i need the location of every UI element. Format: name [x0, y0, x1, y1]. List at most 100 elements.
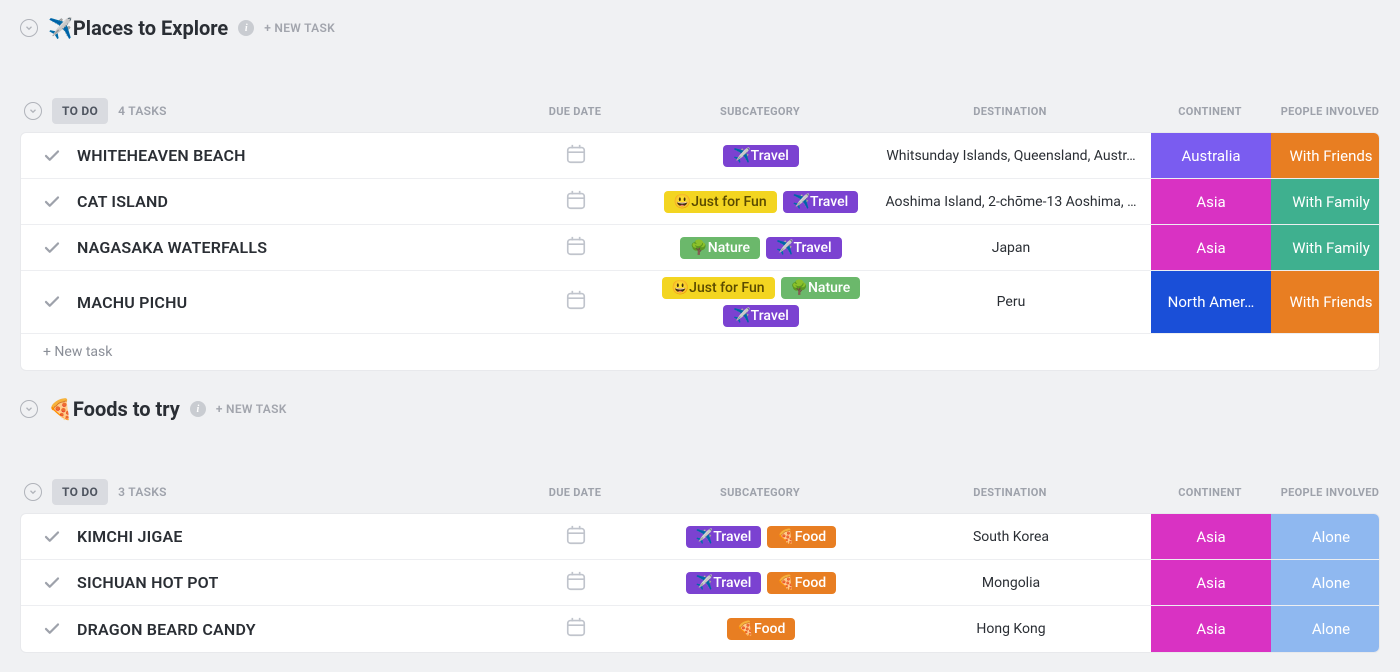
new-task-row[interactable]: + New task [21, 334, 1379, 370]
check-icon[interactable] [43, 293, 61, 311]
table-row[interactable]: NAGASAKA WATERFALLS 🌳Nature ✈️Travel Japa… [21, 225, 1379, 271]
task-name-cell[interactable]: MACHU PICHU [21, 271, 501, 333]
people-cell[interactable]: With Family [1271, 225, 1380, 270]
task-name-cell[interactable]: WHITEHEAVEN BEACH [21, 133, 501, 178]
col-due-date[interactable]: DUE DATE [500, 478, 650, 507]
table-row[interactable]: SICHUAN HOT POT ✈️Travel🍕Food Mongolia A… [21, 560, 1379, 606]
subcategory-cell[interactable]: 😃Just for Fun 🌳Nature ✈️Travel [651, 271, 871, 333]
check-icon[interactable] [43, 147, 61, 165]
task-name[interactable]: KIMCHI JIGAE [77, 527, 183, 546]
due-date-cell[interactable] [501, 179, 651, 224]
calendar-icon[interactable] [565, 235, 587, 261]
continent-cell[interactable]: Asia [1151, 514, 1271, 559]
tag-nature[interactable]: 🌳Nature [680, 237, 760, 259]
check-icon[interactable] [43, 193, 61, 211]
table-row[interactable]: CAT ISLAND 😃Just for Fun ✈️Travel Aoshima… [21, 179, 1379, 225]
people-cell[interactable]: With Friends [1271, 271, 1380, 333]
due-date-cell[interactable] [501, 271, 651, 333]
due-date-cell[interactable] [501, 133, 651, 178]
tag-travel[interactable]: ✈️Travel [686, 526, 762, 548]
info-icon[interactable]: i [190, 401, 206, 417]
table-row[interactable]: KIMCHI JIGAE ✈️Travel🍕Food South Korea A… [21, 514, 1379, 560]
due-date-cell[interactable] [501, 514, 651, 559]
destination-cell[interactable]: Aoshima Island, 2-chōme-13 Aoshima, … [871, 179, 1151, 224]
tag-travel[interactable]: ✈️Travel [723, 145, 799, 167]
section-title[interactable]: 🍕Foods to try [48, 397, 180, 421]
tag-travel[interactable]: ✈️Travel [783, 191, 859, 213]
subcategory-cell[interactable]: ✈️Travel🍕Food [651, 560, 871, 605]
collapse-section-icon[interactable] [20, 19, 38, 37]
col-people[interactable]: PEOPLE INVOLVED [1270, 478, 1390, 507]
new-task-button[interactable]: + NEW TASK [216, 402, 287, 416]
col-continent[interactable]: CONTINENT [1150, 97, 1270, 126]
table-row[interactable]: WHITEHEAVEN BEACH ✈️Travel Whitsunday Is… [21, 133, 1379, 179]
task-name[interactable]: MACHU PICHU [77, 293, 187, 312]
task-name-cell[interactable]: NAGASAKA WATERFALLS [21, 225, 501, 270]
due-date-cell[interactable] [501, 606, 651, 652]
tag-fun[interactable]: 😃Just for Fun [662, 277, 775, 299]
task-name-cell[interactable]: SICHUAN HOT POT [21, 560, 501, 605]
destination-cell[interactable]: South Korea [871, 514, 1151, 559]
tag-food[interactable]: 🍕Food [727, 618, 796, 640]
task-name[interactable]: SICHUAN HOT POT [77, 573, 218, 592]
destination-cell[interactable]: Hong Kong [871, 606, 1151, 652]
people-cell[interactable]: Alone [1271, 514, 1380, 559]
subcategory-cell[interactable]: ✈️Travel🍕Food [651, 514, 871, 559]
subcategory-cell[interactable]: 🌳Nature ✈️Travel [651, 225, 871, 270]
subcategory-cell[interactable]: 🍕Food [651, 606, 871, 652]
subcategory-cell[interactable]: 😃Just for Fun ✈️Travel [651, 179, 871, 224]
people-cell[interactable]: Alone [1271, 606, 1380, 652]
due-date-cell[interactable] [501, 225, 651, 270]
col-destination[interactable]: DESTINATION [870, 478, 1150, 507]
tag-travel[interactable]: ✈️Travel [766, 237, 842, 259]
new-task-button[interactable]: + NEW TASK [264, 21, 335, 35]
task-name[interactable]: WHITEHEAVEN BEACH [77, 146, 246, 165]
col-continent[interactable]: CONTINENT [1150, 478, 1270, 507]
task-name[interactable]: CAT ISLAND [77, 192, 168, 211]
tag-fun[interactable]: 😃Just for Fun [664, 191, 777, 213]
col-destination[interactable]: DESTINATION [870, 97, 1150, 126]
continent-cell[interactable]: North Amer… [1151, 271, 1271, 333]
tag-food[interactable]: 🍕Food [767, 572, 836, 594]
status-pill[interactable]: TO DO [52, 479, 108, 505]
calendar-icon[interactable] [565, 143, 587, 169]
subcategory-cell[interactable]: ✈️Travel [651, 133, 871, 178]
col-subcategory[interactable]: SUBCATEGORY [650, 478, 870, 507]
table-row[interactable]: MACHU PICHU 😃Just for Fun 🌳Nature ✈️Travel… [21, 271, 1379, 334]
due-date-cell[interactable] [501, 560, 651, 605]
tag-nature[interactable]: 🌳Nature [781, 277, 861, 299]
continent-cell[interactable]: Asia [1151, 606, 1271, 652]
info-icon[interactable]: i [238, 20, 254, 36]
task-name[interactable]: DRAGON BEARD CANDY [77, 620, 256, 639]
check-icon[interactable] [43, 528, 61, 546]
people-cell[interactable]: Alone [1271, 560, 1380, 605]
continent-cell[interactable]: Asia [1151, 225, 1271, 270]
col-people[interactable]: PEOPLE INVOLVED [1270, 97, 1390, 126]
continent-cell[interactable]: Australia [1151, 133, 1271, 178]
col-subcategory[interactable]: SUBCATEGORY [650, 97, 870, 126]
tag-food[interactable]: 🍕Food [767, 526, 836, 548]
destination-cell[interactable]: Peru [871, 271, 1151, 333]
continent-cell[interactable]: Asia [1151, 560, 1271, 605]
collapse-group-icon[interactable] [24, 483, 42, 501]
collapse-group-icon[interactable] [24, 102, 42, 120]
col-due-date[interactable]: DUE DATE [500, 97, 650, 126]
check-icon[interactable] [43, 239, 61, 257]
table-row[interactable]: DRAGON BEARD CANDY 🍕Food Hong Kong Asia … [21, 606, 1379, 652]
check-icon[interactable] [43, 574, 61, 592]
calendar-icon[interactable] [565, 189, 587, 215]
people-cell[interactable]: With Friends [1271, 133, 1380, 178]
calendar-icon[interactable] [565, 524, 587, 550]
destination-cell[interactable]: Whitsunday Islands, Queensland, Austr… [871, 133, 1151, 178]
continent-cell[interactable]: Asia [1151, 179, 1271, 224]
tag-travel[interactable]: ✈️Travel [686, 572, 762, 594]
calendar-icon[interactable] [565, 289, 587, 315]
destination-cell[interactable]: Mongolia [871, 560, 1151, 605]
check-icon[interactable] [43, 620, 61, 638]
calendar-icon[interactable] [565, 570, 587, 596]
collapse-section-icon[interactable] [20, 400, 38, 418]
task-name-cell[interactable]: CAT ISLAND [21, 179, 501, 224]
tag-travel[interactable]: ✈️Travel [723, 305, 799, 327]
destination-cell[interactable]: Japan [871, 225, 1151, 270]
calendar-icon[interactable] [565, 616, 587, 642]
